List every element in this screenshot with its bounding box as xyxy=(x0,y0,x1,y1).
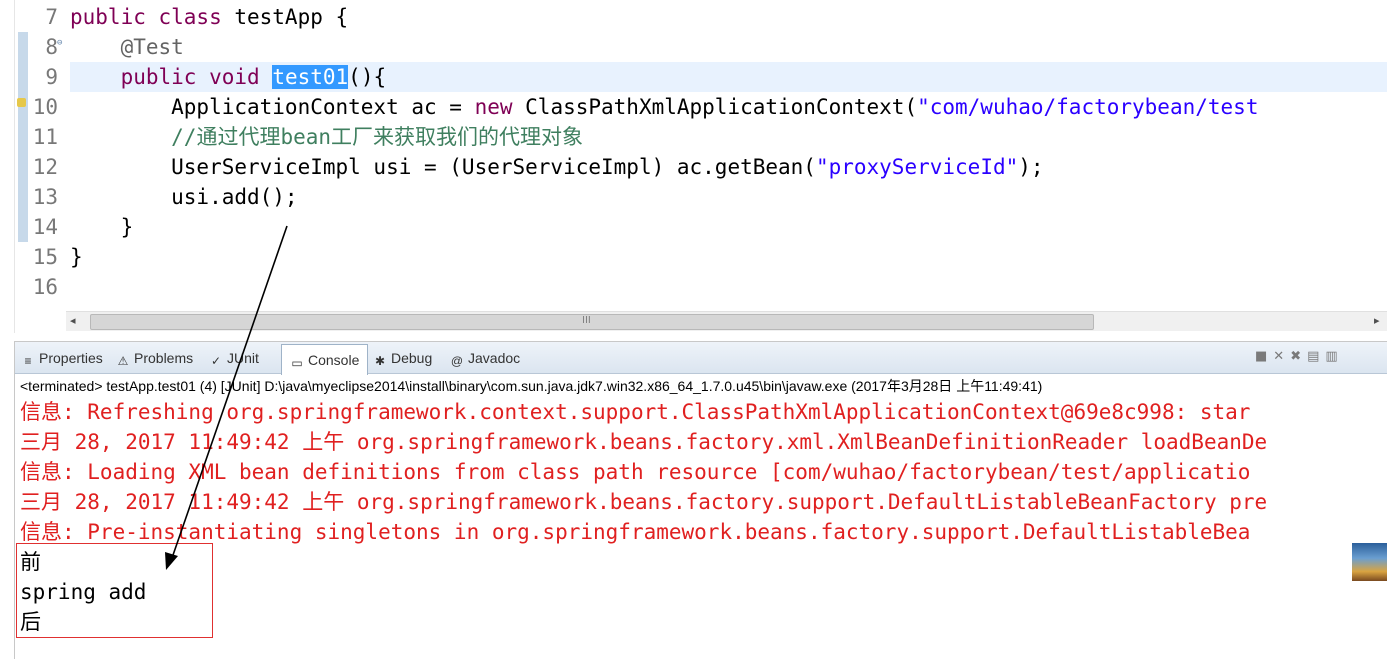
junit-icon: ✓ xyxy=(210,354,222,368)
code-line[interactable]: usi.add(); xyxy=(70,182,298,212)
console-toolbar: ■✕✖▤▥ xyxy=(1255,349,1344,364)
log-line: 三月 28, 2017 11:49:42 上午 org.springframew… xyxy=(20,430,1268,454)
log-line: 信息: Refreshing org.springframework.conte… xyxy=(20,400,1251,424)
code-token: UserServiceImpl usi = (UserServiceImpl) … xyxy=(70,155,816,179)
console-view: ≡ Properties ⚠ Problems ✓ JUnit ▭ Console ✱ Debug… xyxy=(14,341,1387,659)
problems-icon: ⚠ xyxy=(117,354,129,368)
tab-label: Console xyxy=(308,352,360,368)
thumbnail-image xyxy=(1352,543,1387,581)
code-token: (){ xyxy=(348,65,387,89)
code-token: "proxyServiceId" xyxy=(815,155,1019,179)
line-number: 9 xyxy=(45,65,58,89)
code-token: ApplicationContext ac = xyxy=(70,95,475,119)
output-line: 前 xyxy=(20,550,41,574)
tab-properties[interactable]: ≡ Properties xyxy=(21,342,103,373)
tab-console[interactable]: ▭ Console xyxy=(281,344,369,375)
log-line: 信息: Loading XML bean definitions from cl… xyxy=(20,460,1251,484)
line-number-gutter: 7 8 9 10 11 12 13 14 15 16 xyxy=(14,0,66,310)
tab-label: Problems xyxy=(134,350,194,366)
editor-ruler xyxy=(0,0,15,333)
tab-label: Properties xyxy=(39,350,103,366)
properties-icon: ≡ xyxy=(24,354,32,368)
code-token: //通过代理bean工厂来获取我们的代理对象 xyxy=(171,125,584,149)
code-token: "com/wuhao/factorybean/test xyxy=(917,95,1259,119)
terminate-icon[interactable]: ■ xyxy=(1255,349,1273,364)
code-line[interactable]: } xyxy=(70,212,134,242)
line-number: 7 xyxy=(45,5,58,29)
scrollbar-thumb[interactable]: III xyxy=(90,314,1094,330)
scroll-lock-icon[interactable]: ▤ xyxy=(1307,349,1325,364)
code-token: testApp { xyxy=(221,5,349,29)
output-line: spring add xyxy=(20,580,147,604)
view-tab-bar: ≡ Properties ⚠ Problems ✓ JUnit ▭ Console ✱ Debug… xyxy=(15,342,1387,375)
console-icon: ▭ xyxy=(291,356,303,370)
code-token: @Test xyxy=(70,35,184,59)
code-editor[interactable]: ⊖ 7 8 9 10 11 12 13 14 15 16 public class testApp… xyxy=(0,0,1387,333)
tab-junit[interactable]: ✓ JUnit xyxy=(209,342,259,373)
scroll-right-icon[interactable]: ▸ xyxy=(1374,314,1380,327)
debug-icon: ✱ xyxy=(374,354,386,368)
tab-label: Javadoc xyxy=(468,350,521,366)
code-line[interactable]: } xyxy=(70,242,83,272)
line-number: 15 xyxy=(32,245,58,269)
selected-text: test01 xyxy=(272,65,349,89)
log-line: 三月 28, 2017 11:49:42 上午 org.springframew… xyxy=(20,490,1268,514)
tab-problems[interactable]: ⚠ Problems xyxy=(116,342,194,373)
code-line[interactable]: public class testApp { xyxy=(70,2,348,32)
code-token: new xyxy=(474,95,513,119)
code-line[interactable]: public void test01(){ xyxy=(70,62,386,92)
code-token: } xyxy=(70,215,134,239)
code-token: ClassPathXmlApplicationContext( xyxy=(512,95,918,119)
terminated-status: <terminated> testApp.test01 (4) [JUnit] … xyxy=(20,378,1043,394)
scroll-left-icon[interactable]: ◂ xyxy=(70,314,76,327)
remove-all-icon[interactable]: ✖ xyxy=(1290,349,1307,364)
tab-javadoc[interactable]: @ Javadoc xyxy=(450,342,520,373)
line-number: 11 xyxy=(32,125,58,149)
code-line[interactable]: ApplicationContext ac = new ClassPathXml… xyxy=(70,92,1258,122)
line-number: 12 xyxy=(32,155,58,179)
code-line[interactable]: //通过代理bean工厂来获取我们的代理对象 xyxy=(70,122,583,152)
output-line: 后 xyxy=(20,610,41,634)
line-number: 8 xyxy=(45,35,58,59)
code-line[interactable]: @Test xyxy=(70,32,184,62)
code-token: usi.add(); xyxy=(70,185,298,209)
line-number: 16 xyxy=(32,275,58,299)
line-number: 14 xyxy=(32,215,58,239)
code-token: public void xyxy=(120,65,260,89)
line-number: 10 xyxy=(32,95,58,119)
scrollbar-grip: III xyxy=(582,315,591,326)
line-number: 13 xyxy=(32,185,58,209)
javadoc-icon: @ xyxy=(450,354,464,368)
tab-label: Debug xyxy=(391,350,433,366)
horizontal-scrollbar[interactable]: ◂ III ▸ xyxy=(66,311,1387,331)
pin-console-icon[interactable]: ▥ xyxy=(1325,349,1343,364)
code-token: ); xyxy=(1018,155,1044,179)
code-token: } xyxy=(70,245,83,269)
code-token: public class xyxy=(70,5,222,29)
tab-label: JUnit xyxy=(227,350,259,366)
remove-launch-icon[interactable]: ✕ xyxy=(1273,349,1290,364)
tab-debug[interactable]: ✱ Debug xyxy=(373,342,432,373)
code-line[interactable]: UserServiceImpl usi = (UserServiceImpl) … xyxy=(70,152,1044,182)
code-area[interactable]: public class testApp { @Test public void… xyxy=(70,0,1387,310)
